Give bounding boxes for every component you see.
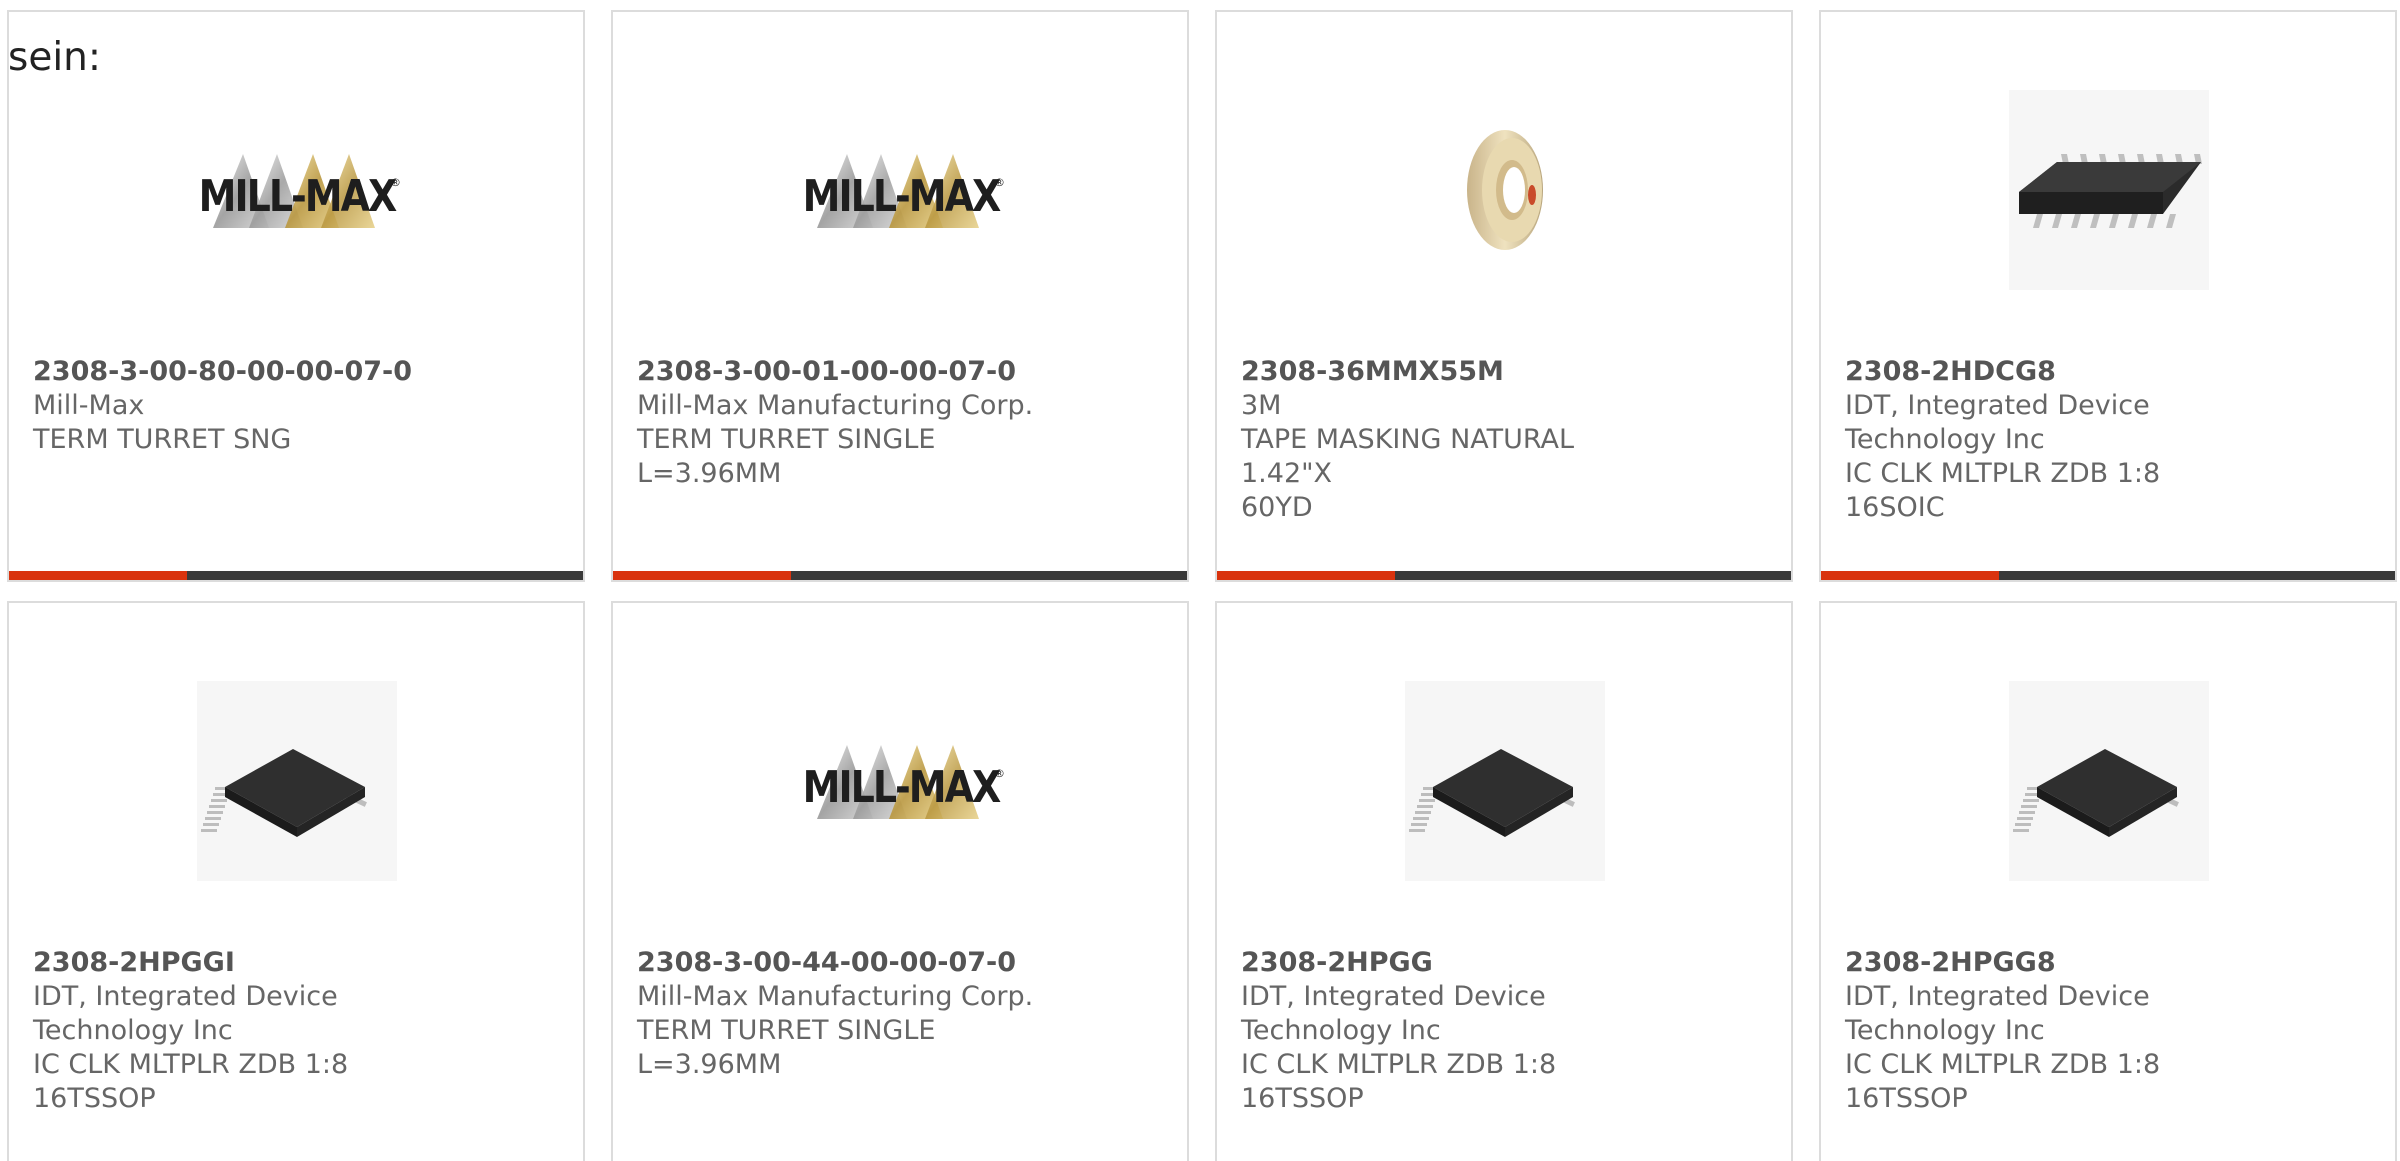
product-image[interactable] (2009, 90, 2209, 290)
product-card[interactable]: 2308-2HPGG8 IDT, Integrated Device Technol… (1819, 601, 2397, 1161)
product-info: 2308-36MMX55M 3M TAPE MASKING NATURAL 1.42… (1241, 355, 1661, 525)
tssop-chip (1409, 749, 1575, 837)
manufacturer-name: Technology Inc (1845, 1015, 2045, 1046)
progress-bar-fill (1821, 571, 1999, 580)
progress-bar-fill (1217, 571, 1395, 580)
product-description: TAPE MASKING NATURAL 1.42"X (1241, 424, 1575, 489)
manufacturer-name: IDT, Integrated Device (1845, 981, 2150, 1012)
part-number-link[interactable]: 2308-2HDCG8 (1845, 355, 2265, 389)
product-description: IC CLK MLTPLR ZDB 1:8 16SOIC (1845, 458, 2161, 523)
product-info: 2308-2HDCG8 IDT, Integrated Device Technol… (1845, 355, 2265, 525)
mill-max-logo-text: MILL-MAX (802, 761, 1002, 813)
tssop-chip (2013, 749, 2179, 837)
product-image[interactable]: MILL-MAX ® (801, 90, 1005, 290)
progress-bar (613, 571, 1187, 580)
mill-max-logo-text: MILL-MAX (198, 170, 398, 222)
product-description: 16TSSOP (33, 1083, 156, 1114)
product-description: IC CLK MLTPLR ZDB 1:8 (1845, 1049, 2161, 1080)
manufacturer-name: Mill-Max Manufacturing Corp. (637, 390, 1034, 421)
manufacturer-name: Mill-Max (33, 390, 145, 421)
manufacturer-name: IDT, Integrated Device (33, 981, 338, 1012)
registered-mark: ® (994, 767, 1005, 780)
product-card[interactable]: 2308-2HPGG IDT, Integrated Device Technolo… (1215, 601, 1793, 1161)
mill-max-logo-text: MILL-MAX (802, 170, 1002, 222)
progress-bar (9, 571, 583, 580)
product-image[interactable]: MILL-MAX ® (801, 681, 1005, 881)
product-image[interactable] (2009, 681, 2209, 881)
manufacturer-name: Mill-Max Manufacturing Corp. (637, 981, 1034, 1012)
progress-bar (1821, 571, 2395, 580)
product-image[interactable] (1405, 681, 1605, 881)
product-image[interactable]: MILL-MAX ® (197, 90, 401, 290)
registered-mark: ® (390, 176, 401, 189)
manufacturer-name: IDT, Integrated Device (1241, 981, 1546, 1012)
mill-max-logo: MILL-MAX ® (197, 140, 401, 240)
product-card[interactable]: MILL-MAX ® 2308-3-00-44-00-00-07-0 Mill-M… (611, 601, 1189, 1161)
soic-chip (2019, 154, 2202, 228)
product-description: TERM TURRET SINGLE L=3.96MM (637, 1015, 936, 1080)
product-description: TERM TURRET SINGLE L=3.96MM (637, 424, 936, 489)
part-number-link[interactable]: 2308-2HPGGI (33, 946, 453, 980)
product-description: 60YD (1241, 492, 1313, 523)
tssop-chip-image (2009, 681, 2209, 881)
product-info: 2308-3-00-01-00-00-07-0 Mill-Max Manufact… (637, 355, 1057, 491)
tssop-chip-image (1405, 681, 1605, 881)
part-number-link[interactable]: 2308-3-00-01-00-00-07-0 (637, 355, 1057, 389)
mill-max-logo: MILL-MAX ® (801, 140, 1005, 240)
product-card[interactable]: 2308-2HDCG8 IDT, Integrated Device Technol… (1819, 10, 2397, 582)
product-card[interactable]: MILL-MAX ® 2308-3-00-80-00-00-07-0 Mill-M… (7, 10, 585, 582)
manufacturer-name: Technology Inc (33, 1015, 233, 1046)
part-number-link[interactable]: 2308-2HPGG (1241, 946, 1661, 980)
product-description: IC CLK MLTPLR ZDB 1:8 (33, 1049, 349, 1080)
progress-bar-fill (613, 571, 791, 580)
mill-max-logo: MILL-MAX ® (801, 731, 1005, 831)
product-image[interactable] (1405, 90, 1605, 290)
product-card[interactable]: MILL-MAX ® 2308-3-00-01-00-00-07-0 Mill-M… (611, 10, 1189, 582)
manufacturer-name: Technology Inc (1241, 1015, 1441, 1046)
progress-bar (1217, 571, 1791, 580)
manufacturer-name: IDT, Integrated Device (1845, 390, 2150, 421)
product-info: 2308-2HPGG IDT, Integrated Device Technolo… (1241, 946, 1661, 1116)
product-info: 2308-3-00-44-00-00-07-0 Mill-Max Manufact… (637, 946, 1057, 1082)
product-info: 2308-3-00-80-00-00-07-0 Mill-Max TERM TURR… (33, 355, 453, 457)
manufacturer-name: Technology Inc (1845, 424, 2045, 455)
masking-tape-roll (1467, 130, 1543, 250)
product-description: 16TSSOP (1845, 1083, 1968, 1114)
product-grid-page: sein: MILL-MAX ® 2308-3-00-80-00-00-07-0… (0, 0, 2400, 1161)
manufacturer-name: 3M (1241, 390, 1282, 421)
product-description: 16TSSOP (1241, 1083, 1364, 1114)
product-card[interactable]: 2308-36MMX55M 3M TAPE MASKING NATURAL 1.42… (1215, 10, 1793, 582)
part-number-link[interactable]: 2308-3-00-80-00-00-07-0 (33, 355, 453, 389)
progress-bar-fill (9, 571, 187, 580)
product-info: 2308-2HPGGI IDT, Integrated Device Technol… (33, 946, 453, 1116)
product-info: 2308-2HPGG8 IDT, Integrated Device Technol… (1845, 946, 2265, 1116)
product-card[interactable]: 2308-2HPGGI IDT, Integrated Device Technol… (7, 601, 585, 1161)
registered-mark: ® (994, 176, 1005, 189)
part-number-link[interactable]: 2308-2HPGG8 (1845, 946, 2265, 980)
part-number-link[interactable]: 2308-3-00-44-00-00-07-0 (637, 946, 1057, 980)
product-image[interactable] (197, 681, 397, 881)
tssop-chip-image (197, 681, 397, 881)
tssop-chip (201, 749, 367, 837)
product-description: TERM TURRET SNG (33, 424, 292, 455)
soic-chip-image (2009, 90, 2209, 290)
part-number-link[interactable]: 2308-36MMX55M (1241, 355, 1661, 389)
intro-text: sein: (8, 35, 102, 80)
product-description: IC CLK MLTPLR ZDB 1:8 (1241, 1049, 1557, 1080)
